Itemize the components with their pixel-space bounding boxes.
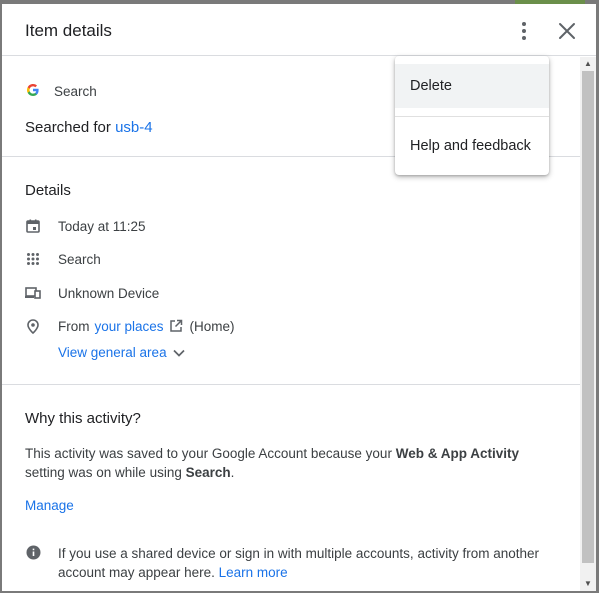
detail-source-row: Search xyxy=(25,249,101,269)
apps-grid-icon xyxy=(25,251,41,267)
calendar-icon xyxy=(25,218,41,234)
details-heading: Details xyxy=(25,182,71,199)
why-this-activity-section: Why this activity? This activity was sav… xyxy=(2,386,580,591)
menu-item-help-feedback[interactable]: Help and feedback xyxy=(395,124,549,168)
learn-more-link[interactable]: Learn more xyxy=(219,565,288,580)
detail-source: Search xyxy=(58,251,101,267)
view-general-area-label: View general area xyxy=(58,345,167,360)
your-places-link[interactable]: your places xyxy=(95,319,164,334)
web-app-activity-setting: Web & App Activity xyxy=(395,446,519,461)
location-suffix: (Home) xyxy=(189,318,235,334)
dialog-header: Item details xyxy=(2,4,596,56)
chevron-down-icon xyxy=(172,349,185,357)
detail-device: Unknown Device xyxy=(58,285,160,301)
devices-icon xyxy=(25,285,41,301)
why-heading: Why this activity? xyxy=(25,410,141,427)
close-button[interactable] xyxy=(554,18,580,44)
dialog-title: Item details xyxy=(25,21,112,40)
detail-device-row: Unknown Device xyxy=(25,283,159,303)
product-name: Search xyxy=(54,84,97,99)
scroll-up-arrow[interactable]: ▲ xyxy=(580,57,596,71)
google-g-icon xyxy=(27,84,39,96)
details-section: Details Today at 11:25 Search Unknown De… xyxy=(2,158,580,385)
location-pin-icon xyxy=(25,318,41,334)
manage-link[interactable]: Manage xyxy=(25,498,74,513)
search-query-link[interactable]: usb-4 xyxy=(115,119,153,136)
close-icon xyxy=(559,23,575,39)
more-options-menu: Delete Help and feedback xyxy=(395,56,549,175)
view-general-area-link[interactable]: View general area xyxy=(58,345,185,360)
detail-time-row: Today at 11:25 xyxy=(25,216,146,236)
menu-item-delete[interactable]: Delete xyxy=(395,64,549,108)
searched-for-label: Searched for xyxy=(25,119,111,136)
menu-divider xyxy=(395,116,549,117)
open-in-new-icon xyxy=(169,319,182,332)
scroll-down-arrow[interactable]: ▼ xyxy=(580,577,596,591)
detail-location-row: From your places (Home) xyxy=(25,316,235,336)
item-details-dialog: Item details Search Searched for usb-4 D… xyxy=(2,4,596,591)
vertical-scrollbar[interactable]: ▲ ▼ xyxy=(580,57,596,591)
more-vert-icon xyxy=(522,22,526,26)
why-explanation: This activity was saved to your Google A… xyxy=(25,446,519,480)
detail-time: Today at 11:25 xyxy=(58,218,146,234)
scrollbar-thumb[interactable] xyxy=(582,71,594,563)
searched-for-line: Searched for usb-4 xyxy=(25,119,153,136)
shared-device-note: If you use a shared device or sign in wi… xyxy=(58,546,539,580)
info-icon xyxy=(26,545,41,560)
product-search-bold: Search xyxy=(185,465,231,480)
more-options-button[interactable] xyxy=(512,18,536,44)
location-prefix: From xyxy=(58,318,90,334)
